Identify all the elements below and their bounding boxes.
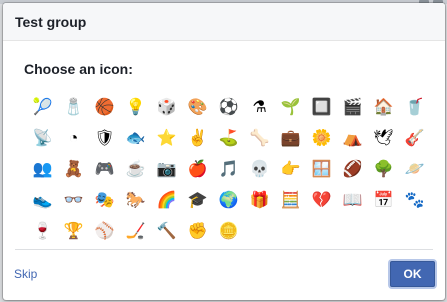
apple-icon[interactable]: 🍎 [182, 154, 213, 185]
golf-flag-icon[interactable]: ⛳ [213, 123, 244, 154]
teddy-bear-icon[interactable]: 🧸 [58, 154, 89, 185]
salt-shaker-icon[interactable]: 🧂 [58, 92, 89, 123]
choose-icon-dialog: Test group Choose an icon: 🎾 🧂 🏀 💡 🎲 🎨 ⚽ ⚗ 🌱 🔲 🎬 🏠 🥤… [3, 3, 445, 300]
game-controller-icon[interactable]: 🎮 [89, 154, 120, 185]
window-icon[interactable]: 🪟 [306, 154, 337, 185]
ok-button[interactable]: OK [390, 261, 435, 287]
calendar-grid-icon[interactable]: 📅 [368, 185, 399, 216]
light-bulb-icon[interactable]: 💡 [120, 92, 151, 123]
rainbow-icon[interactable]: 🌈 [151, 185, 182, 216]
pointing-hand-icon[interactable]: 👉 [275, 154, 306, 185]
open-book-icon[interactable]: 📖 [337, 185, 368, 216]
wine-glass-icon[interactable]: 🍷 [27, 216, 58, 247]
skull-icon[interactable]: 💀 [244, 154, 275, 185]
hockey-puck-icon[interactable]: 🏒 [120, 216, 151, 247]
house-icon[interactable]: 🏠 [368, 92, 399, 123]
bone-icon[interactable]: 🦴 [244, 123, 275, 154]
paint-palette-icon[interactable]: 🎨 [182, 92, 213, 123]
baseball-icon[interactable]: ⚾ [89, 216, 120, 247]
tent-icon[interactable]: ⛺ [337, 123, 368, 154]
red-cup-icon[interactable]: 🥤 [399, 92, 430, 123]
dice-icon[interactable]: 🎲 [151, 92, 182, 123]
pie-chart-icon[interactable]: ◔ [58, 123, 89, 154]
football-icon[interactable]: 🏈 [337, 154, 368, 185]
paw-print-icon[interactable]: 🐾 [399, 185, 430, 216]
tennis-ball-icon[interactable]: 🎾 [27, 92, 58, 123]
gold-coin-icon[interactable]: 🪙 [213, 216, 244, 247]
horse-icon[interactable]: 🐎 [120, 185, 151, 216]
globe-icon[interactable]: 🌍 [213, 185, 244, 216]
music-note-icon[interactable]: 🎵 [213, 154, 244, 185]
dove-icon[interactable]: 🕊 [368, 123, 399, 154]
clapperboard-icon[interactable]: 🎬 [337, 92, 368, 123]
chip-icon[interactable]: 🔲 [306, 92, 337, 123]
trophy-icon[interactable]: 🏆 [58, 216, 89, 247]
star-badge-icon[interactable]: ⭐ [151, 123, 182, 154]
guitar-icon[interactable]: 🎸 [399, 123, 430, 154]
flower-icon[interactable]: 🌼 [306, 123, 337, 154]
tree-icon[interactable]: 🌳 [368, 154, 399, 185]
satellite-icon[interactable]: 📡 [27, 123, 58, 154]
footer-divider [15, 249, 433, 250]
dialog-header: Test group [3, 3, 445, 41]
choose-icon-prompt: Choose an icon: [24, 61, 133, 77]
seedling-icon[interactable]: 🌱 [275, 92, 306, 123]
dialog-title: Test group [15, 14, 87, 30]
soccer-ball-icon[interactable]: ⚽ [213, 92, 244, 123]
raised-fist-icon[interactable]: ✊ [182, 216, 213, 247]
gift-icon[interactable]: 🎁 [244, 185, 275, 216]
planet-icon[interactable]: 🪐 [399, 154, 430, 185]
peace-hand-icon[interactable]: ✌ [182, 123, 213, 154]
camera-icon[interactable]: 📷 [151, 154, 182, 185]
shield-icon[interactable]: 🛡 [89, 123, 120, 154]
skip-link[interactable]: Skip [14, 267, 37, 281]
basketball-icon[interactable]: 🏀 [89, 92, 120, 123]
sneaker-icon[interactable]: 👟 [27, 185, 58, 216]
group-icon[interactable]: 👥 [27, 154, 58, 185]
gavel-icon[interactable]: 🔨 [151, 216, 182, 247]
graduation-cap-icon[interactable]: 🎓 [182, 185, 213, 216]
calculator-icon[interactable]: 🧮 [275, 185, 306, 216]
briefcase-icon[interactable]: 💼 [275, 123, 306, 154]
fish-icon[interactable]: 🐟 [120, 123, 151, 154]
theater-masks-icon[interactable]: 🎭 [89, 185, 120, 216]
potion-flask-icon[interactable]: ⚗ [244, 92, 275, 123]
broken-heart-icon[interactable]: 💔 [306, 185, 337, 216]
coffee-cup-icon[interactable]: ☕ [120, 154, 151, 185]
glasses-icon[interactable]: 👓 [58, 185, 89, 216]
icon-grid: 🎾 🧂 🏀 💡 🎲 🎨 ⚽ ⚗ 🌱 🔲 🎬 🏠 🥤 📡 ◔ 🛡 🐟 ⭐ ✌ ⛳ 🦴 💼 🌼 ⛺ 🕊 🎸 👥 🧸 🎮 ☕ 📷 🍎 🎵 💀 👉 🪟 🏈 🌳 🪐 👟… [27, 92, 427, 247]
